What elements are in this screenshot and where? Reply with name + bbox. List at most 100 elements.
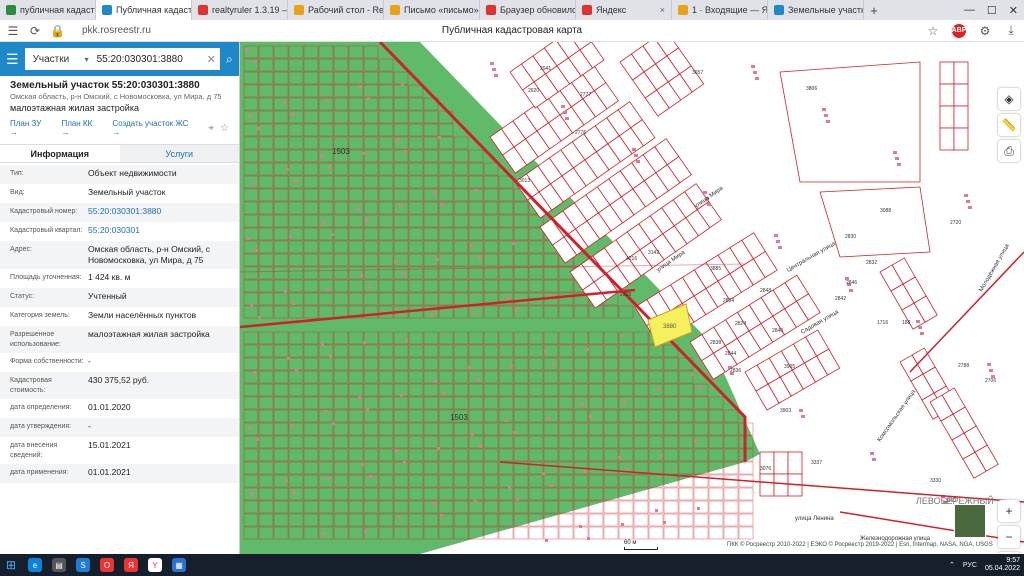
building — [331, 233, 334, 236]
attribute-row: Тип: Объект недвижимости — [0, 165, 239, 184]
building — [329, 355, 332, 358]
tab-favicon-icon — [6, 5, 16, 15]
building — [253, 371, 256, 374]
extensions-icon[interactable]: ⚙ — [978, 24, 992, 38]
windows-start-icon[interactable]: ⊞ — [4, 558, 18, 572]
browser-tab[interactable]: публичная кадастров× — [0, 0, 96, 20]
tab-close-icon[interactable]: × — [660, 5, 665, 15]
search-row: ☰ Участки ▾ ✕ ⌕ — [0, 42, 239, 76]
maximize-button[interactable]: ☐ — [981, 4, 1003, 17]
building — [404, 150, 407, 153]
parcel-number: 2838 — [710, 340, 721, 346]
layers-icon[interactable]: ◈ — [998, 88, 1020, 110]
building — [778, 246, 782, 249]
building — [581, 403, 584, 406]
zoom-in-button[interactable]: + — [998, 500, 1020, 522]
browser-tab[interactable]: Яндекс × — [576, 0, 672, 20]
building — [492, 68, 496, 71]
language-indicator[interactable]: РУС — [963, 562, 977, 569]
parcel-number: 2824 — [735, 321, 746, 327]
building — [632, 148, 636, 151]
explorer-icon[interactable]: ▤ — [52, 558, 66, 572]
link-create-parcel[interactable]: Создать участок ЖС → — [112, 119, 198, 137]
green-parcel — [618, 526, 634, 540]
hamburger-icon[interactable]: ☰ — [6, 51, 19, 68]
map-canvas[interactable]: 3880 3657 3806 2920 2941 2776 2777 3088 2720 301… — [240, 42, 1024, 554]
search-button[interactable]: ⌕ — [225, 48, 233, 70]
green-parcel — [528, 526, 544, 540]
tab-services[interactable]: Услуги — [119, 145, 239, 162]
link-plan-zu[interactable]: План ЗУ → — [10, 119, 51, 137]
close-window-button[interactable]: ✕ — [1003, 4, 1024, 17]
building — [398, 516, 401, 519]
building — [431, 313, 434, 316]
skype-icon[interactable]: S — [76, 558, 90, 572]
attribute-row: Разрешенное использование: малоэтажная жи… — [0, 326, 239, 353]
search-category[interactable]: Участки — [25, 54, 85, 65]
url-text[interactable]: pkk.rosreestr.ru — [82, 25, 151, 36]
green-parcel — [663, 513, 679, 527]
browser-tab[interactable]: Письмо «письмо» — Я× — [384, 0, 480, 20]
address-bar: ☰ ⟳ 🔒 pkk.rosreestr.ru Публичная кадастр… — [0, 20, 1024, 42]
green-parcel — [633, 513, 649, 527]
building — [587, 537, 590, 540]
zoom-to-icon[interactable]: ⌖ — [208, 123, 214, 134]
ruler-icon[interactable]: 📏 — [998, 114, 1020, 136]
edge-icon[interactable]: e — [28, 558, 42, 572]
tab-info[interactable]: Информация — [0, 145, 120, 162]
browser-tab[interactable]: realtyruler 1.3.19 — Ян× — [192, 0, 288, 20]
green-parcel — [723, 526, 739, 540]
menu-icon[interactable]: ☰ — [6, 24, 20, 38]
building — [475, 189, 478, 192]
search-input[interactable] — [96, 53, 207, 65]
app-icon[interactable]: ▦ — [172, 558, 186, 572]
tab-favicon-icon — [486, 5, 496, 15]
minimize-button[interactable]: — — [958, 4, 981, 16]
parcel-number: 2834 — [723, 298, 734, 304]
yandex-icon[interactable]: Я — [124, 558, 138, 572]
attribute-value[interactable]: 55:20:030301:3880 — [88, 206, 229, 217]
browser-tab[interactable]: 1 · Входящие — Янде× — [672, 0, 768, 20]
green-parcel — [513, 526, 529, 540]
browser-tab[interactable]: Рабочий стол - Realty× — [288, 0, 384, 20]
network-icon[interactable]: ⌃ — [949, 561, 955, 569]
favorite-icon[interactable]: ☆ — [220, 123, 229, 134]
attribute-row: Кадастровый номер: 55:20:030301:3880 — [0, 203, 239, 222]
cadastral-map[interactable]: 3880 3657 3806 2920 2941 2776 2777 3088 2720 301… — [240, 42, 1024, 554]
clear-icon[interactable]: ✕ — [207, 53, 220, 66]
clock[interactable]: 9:57 05.04.2022 — [985, 557, 1020, 573]
attribute-key: Форма собственности: — [10, 358, 84, 365]
taskbar: ⊞ e ▤ S O Я Y ▦ ⌃ РУС 9:57 05.04.2022 — [0, 554, 1024, 576]
tab-title: Письмо «письмо» — Я — [404, 5, 479, 15]
opera-icon[interactable]: O — [100, 558, 114, 572]
minimap[interactable] — [954, 504, 986, 538]
building — [822, 108, 826, 111]
attribute-value: Учтенный — [88, 291, 127, 301]
object-title: Земельный участок 55:20:030301:3880 — [10, 80, 200, 91]
print-icon[interactable]: ⎙ — [998, 140, 1020, 162]
download-icon[interactable]: ⤓ — [1004, 23, 1018, 38]
bookmark-icon[interactable]: ☆ — [926, 24, 940, 38]
building — [584, 470, 587, 473]
green-parcel — [573, 513, 589, 527]
building — [321, 343, 324, 346]
back-icon[interactable]: ⟳ — [28, 24, 42, 38]
browser-tab[interactable]: Публичная кадастров× — [96, 0, 192, 20]
yandex-browser-icon[interactable]: Y — [148, 558, 162, 572]
green-parcel — [738, 461, 754, 475]
scale-label: 60 м — [624, 540, 637, 546]
browser-tab[interactable]: Земельные участки ·× — [768, 0, 864, 20]
link-plan-kk[interactable]: План КК → — [61, 119, 102, 137]
attribute-row: Адрес: Омская область, р-н Омский, с Ново… — [0, 241, 239, 269]
new-tab-button[interactable]: + — [864, 3, 884, 18]
attribute-row: дата утверждения: - — [0, 418, 239, 437]
building — [870, 452, 874, 455]
adblock-icon[interactable]: ABP — [952, 23, 966, 38]
attribute-value[interactable]: 55:20:030301 — [88, 225, 229, 236]
tab-title: Земельные участки · — [788, 5, 863, 15]
building — [291, 113, 294, 116]
chevron-down-icon[interactable]: ▾ — [85, 55, 97, 64]
zoom-out-button[interactable]: − — [998, 526, 1020, 548]
browser-tab[interactable]: Браузер обновился× — [480, 0, 576, 20]
attribute-key: дата применения: — [10, 469, 69, 476]
